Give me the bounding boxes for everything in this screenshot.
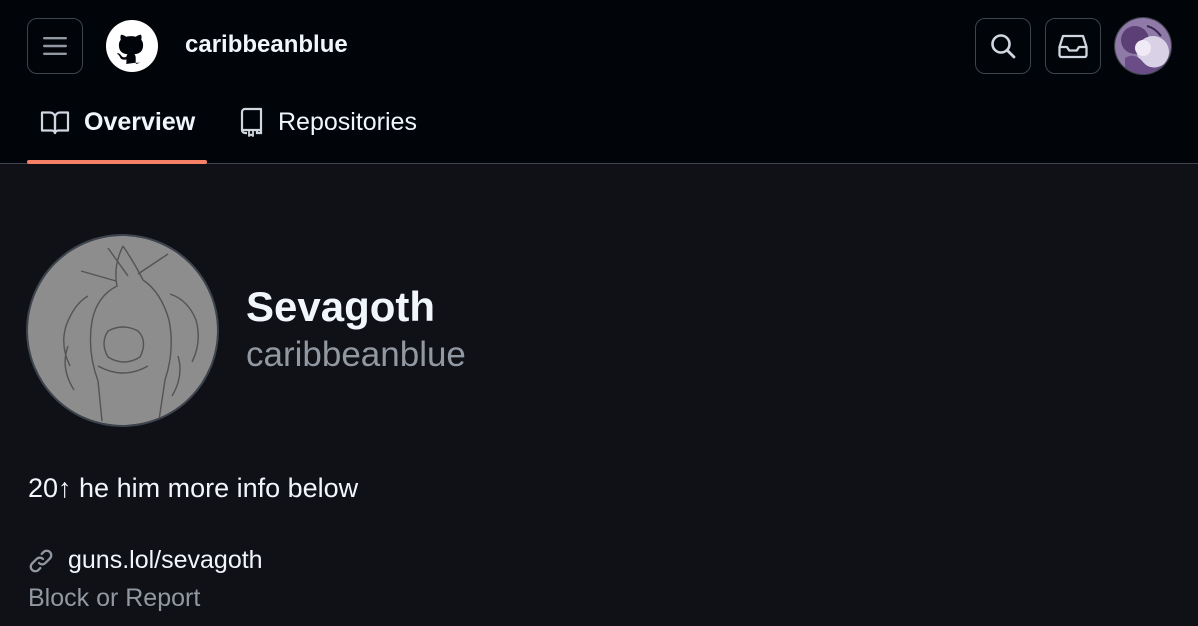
inbox-icon (1058, 34, 1088, 59)
tab-overview[interactable]: Overview (40, 100, 195, 144)
github-mark-icon[interactable] (106, 20, 158, 72)
tab-repositories[interactable]: Repositories (238, 100, 417, 144)
inbox-button[interactable] (1045, 18, 1101, 74)
search-button[interactable] (975, 18, 1031, 74)
profile-bio: 20↑ he him more info below (28, 473, 359, 503)
hamburger-menu-icon (43, 37, 67, 55)
header-username[interactable]: caribbeanblue (185, 30, 348, 60)
repo-icon (240, 107, 263, 137)
profile-avatar-image (28, 236, 217, 425)
profile-avatar[interactable] (26, 234, 219, 427)
app-header: caribbeanblue Overview Repositories (0, 0, 1198, 164)
tab-repositories-label: Repositories (278, 107, 417, 136)
avatar-image (1115, 18, 1171, 74)
search-icon (991, 34, 1016, 59)
link-icon (29, 549, 53, 572)
profile-website-link[interactable]: guns.lol/sevagoth (68, 546, 263, 575)
tab-selected-underline (27, 160, 207, 164)
profile-login: caribbeanblue (246, 335, 466, 374)
profile-website-row: guns.lol/sevagoth (28, 546, 263, 575)
block-or-report-link[interactable]: Block or Report (28, 583, 200, 613)
profile-display-name: Sevagoth (246, 283, 436, 330)
book-icon (40, 111, 70, 135)
user-avatar-button[interactable] (1114, 17, 1172, 75)
tab-overview-label: Overview (84, 107, 196, 136)
menu-button[interactable] (27, 18, 83, 74)
